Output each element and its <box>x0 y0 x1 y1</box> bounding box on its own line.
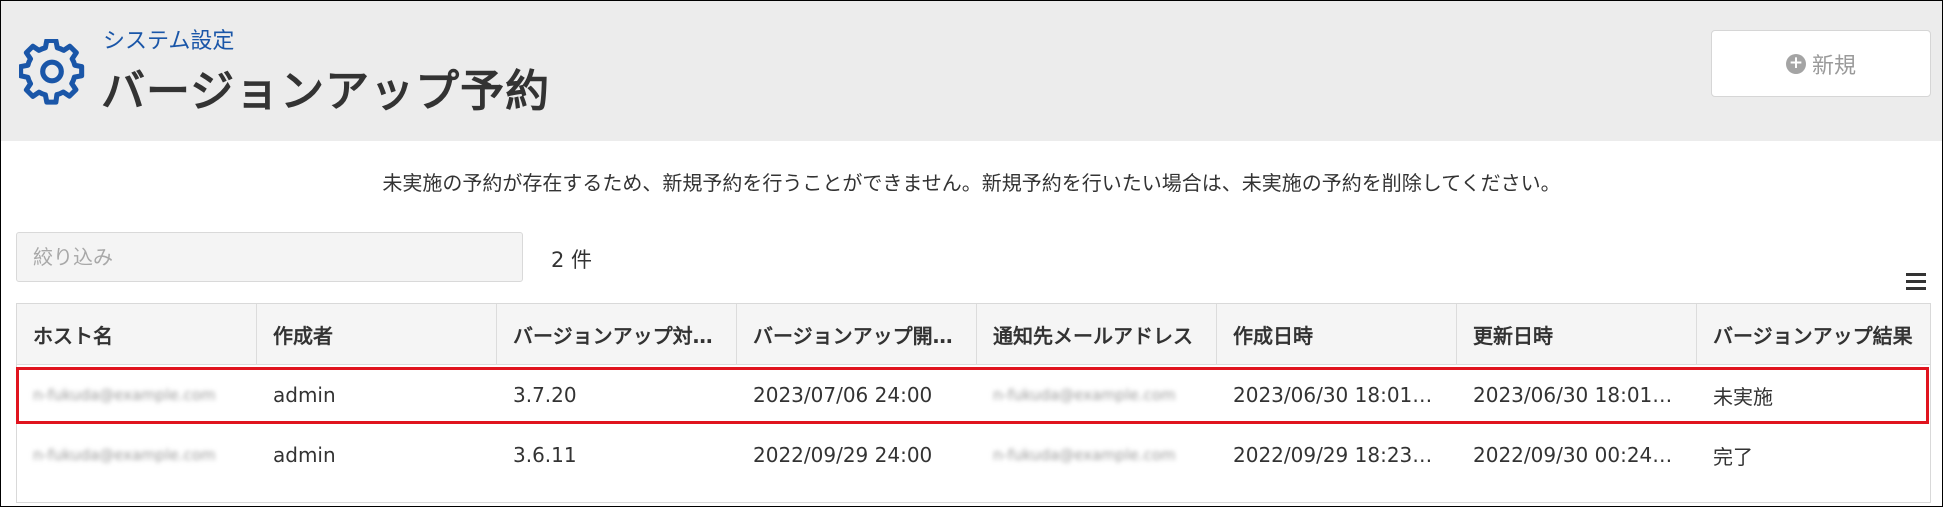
breadcrumb-system-settings[interactable]: システム設定 <box>103 23 234 55</box>
cell-result: 完了 <box>1713 444 1753 469</box>
column-header-result[interactable]: バージョンアップ結果 <box>1697 304 1930 364</box>
table-header-row: ホスト名 作成者 バージョンアップ対… バージョンアップ開… 通知先メールアドレ… <box>17 304 1930 365</box>
host-name-redacted: n-fukuda@example.com <box>33 386 216 404</box>
cell-updated-at: 2022/09/30 00:24… <box>1473 443 1673 467</box>
column-header-notify-email[interactable]: 通知先メールアドレス <box>977 304 1217 364</box>
table-row[interactable]: n-fukuda@example.com admin 3.7.20 2023/0… <box>17 365 1930 425</box>
cell-created-at: 2023/06/30 18:01… <box>1233 383 1433 407</box>
notify-email-redacted: n-fukuda@example.com <box>993 446 1176 464</box>
column-header-target-version[interactable]: バージョンアップ対… <box>497 304 737 364</box>
column-header-updated-at[interactable]: 更新日時 <box>1457 304 1697 364</box>
page-header: システム設定 バージョンアップ予約 + 新規 <box>1 1 1942 141</box>
cell-start-at: 2022/09/29 24:00 <box>753 443 933 467</box>
column-header-creator[interactable]: 作成者 <box>257 304 497 364</box>
result-count: 2 件 <box>551 248 593 272</box>
cell-creator: admin <box>273 383 336 407</box>
cell-target-version: 3.6.11 <box>513 443 577 467</box>
host-name-redacted: n-fukuda@example.com <box>33 446 216 464</box>
filter-input[interactable] <box>16 232 523 282</box>
gear-icon <box>19 39 85 105</box>
plus-circle-icon: + <box>1785 53 1806 74</box>
column-header-created-at[interactable]: 作成日時 <box>1217 304 1457 364</box>
cell-start-at: 2023/07/06 24:00 <box>753 383 933 407</box>
new-button[interactable]: + 新規 <box>1711 30 1931 97</box>
new-button-label: 新規 <box>1811 53 1856 79</box>
table-row[interactable]: n-fukuda@example.com admin 3.6.11 2022/0… <box>17 425 1930 485</box>
app-frame: システム設定 バージョンアップ予約 + 新規 未実施の予約が存在するため、新規予… <box>0 0 1943 507</box>
column-menu-icon[interactable] <box>1906 273 1926 291</box>
notice-message: 未実施の予約が存在するため、新規予約を行うことができません。新規予約を行いたい場… <box>382 171 1561 195</box>
notify-email-redacted: n-fukuda@example.com <box>993 386 1176 404</box>
page-title: バージョンアップ予約 <box>101 66 551 117</box>
cell-creator: admin <box>273 443 336 467</box>
column-header-start-at[interactable]: バージョンアップ開… <box>737 304 977 364</box>
cell-updated-at: 2023/06/30 18:01… <box>1473 383 1673 407</box>
cell-result: 未実施 <box>1713 384 1773 409</box>
cell-created-at: 2022/09/29 18:23… <box>1233 443 1433 467</box>
column-header-host[interactable]: ホスト名 <box>17 304 257 364</box>
cell-target-version: 3.7.20 <box>513 383 577 407</box>
reservation-table: ホスト名 作成者 バージョンアップ対… バージョンアップ開… 通知先メールアドレ… <box>16 303 1931 503</box>
